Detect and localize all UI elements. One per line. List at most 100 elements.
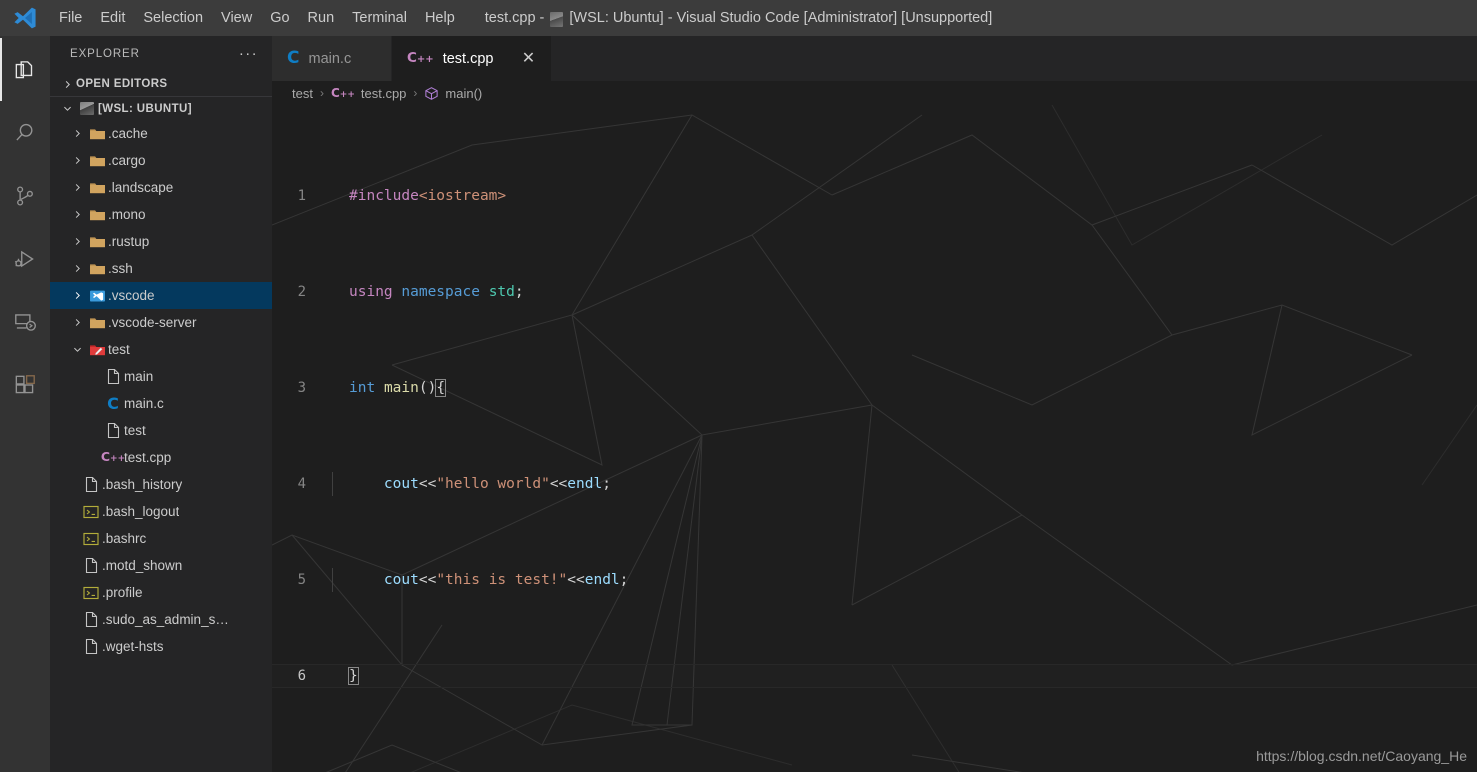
- tree-item-label: test: [108, 342, 130, 357]
- tree-item-main[interactable]: main: [50, 363, 272, 390]
- breadcrumb-item-symbol[interactable]: main(): [424, 86, 482, 101]
- folder-icon: [86, 181, 108, 195]
- window-title-prefix: test.cpp -: [484, 10, 545, 26]
- tree-item-bash-history[interactable]: .bash_history: [50, 471, 272, 498]
- tab-test-cpp[interactable]: C++ test.cpp ✕: [392, 36, 553, 81]
- folder-icon: [86, 154, 108, 168]
- breadcrumb-label: test: [292, 85, 313, 101]
- code-line-5: 5 cout<<"this is test!"<<endl;: [272, 568, 1477, 592]
- title-bar: File Edit Selection View Go Run Terminal…: [0, 0, 1477, 36]
- tree-item-label: .vscode: [108, 288, 155, 303]
- menu-view[interactable]: View: [212, 0, 261, 36]
- tree-item-cache[interactable]: .cache: [50, 120, 272, 147]
- breadcrumb: test › C++ test.cpp › main(): [272, 81, 1477, 105]
- code-line-6: 6 }: [272, 664, 1477, 688]
- menu-go[interactable]: Go: [261, 0, 298, 36]
- line-text: using namespace std;: [349, 284, 524, 300]
- tree-item-sudo-as-admin[interactable]: .sudo_as_admin_s…: [50, 606, 272, 633]
- chevron-right-icon: [68, 236, 86, 247]
- tree-item-mono[interactable]: .mono: [50, 201, 272, 228]
- tree-item-label: .cache: [108, 126, 148, 141]
- line-number: 2: [297, 284, 306, 300]
- file-icon: [80, 611, 102, 628]
- explorer-tree: OPEN EDITORS [WSL: UBUNTU] .cache .cargo…: [50, 72, 272, 772]
- tree-item-bash-logout[interactable]: .bash_logout: [50, 498, 272, 525]
- close-icon[interactable]: ✕: [518, 49, 538, 69]
- tree-item-label: .bashrc: [102, 531, 147, 546]
- tree-item-label: .sudo_as_admin_s…: [102, 612, 229, 627]
- sidebar-header: EXPLORER ···: [50, 36, 272, 72]
- line-number: 3: [297, 380, 306, 396]
- tree-item-landscape[interactable]: .landscape: [50, 174, 272, 201]
- search-icon[interactable]: [0, 101, 50, 164]
- tree-item-profile[interactable]: .profile: [50, 579, 272, 606]
- tree-item-ssh[interactable]: .ssh: [50, 255, 272, 282]
- tree-item-test-folder[interactable]: test: [50, 336, 272, 363]
- tree-item-cargo[interactable]: .cargo: [50, 147, 272, 174]
- sidebar-more-actions-icon[interactable]: ···: [233, 45, 264, 63]
- run-debug-icon[interactable]: [0, 227, 50, 290]
- editor-tab-bar: C main.c C++ test.cpp ✕: [272, 36, 1477, 81]
- tree-item-main-c[interactable]: C main.c: [50, 390, 272, 417]
- breadcrumb-item-folder[interactable]: test: [292, 86, 313, 101]
- folder-icon: [86, 262, 108, 276]
- menu-selection[interactable]: Selection: [134, 0, 212, 36]
- chevron-right-icon: [68, 263, 86, 274]
- tree-item-label: main.c: [124, 396, 164, 411]
- tree-item-bashrc[interactable]: .bashrc: [50, 525, 272, 552]
- tree-item-test-cpp[interactable]: C++ test.cpp: [50, 444, 272, 471]
- watermark-url: https://blog.csdn.net/Caoyang_He: [1256, 748, 1467, 764]
- tab-bar-filler: [552, 36, 1477, 81]
- source-control-icon[interactable]: [0, 164, 50, 227]
- breadcrumb-separator-icon: ›: [319, 86, 324, 100]
- chevron-right-icon: [68, 290, 86, 301]
- cpp-file-icon: C++: [100, 449, 126, 464]
- chevron-right-icon: [68, 317, 86, 328]
- tree-item-label: .vscode-server: [108, 315, 197, 330]
- tree-item-label: .wget-hsts: [102, 639, 164, 654]
- activity-bar: [0, 36, 50, 772]
- explorer-sidebar: EXPLORER ··· OPEN EDITORS [WSL: UBUNTU] …: [50, 36, 272, 772]
- tree-item-label: test: [124, 423, 146, 438]
- file-icon: [80, 638, 102, 655]
- breadcrumb-separator-icon: ›: [413, 86, 418, 100]
- tree-item-motd-shown[interactable]: .motd_shown: [50, 552, 272, 579]
- section-open-editors[interactable]: OPEN EDITORS: [50, 72, 272, 96]
- chevron-down-icon: [58, 103, 76, 114]
- menu-run[interactable]: Run: [299, 0, 344, 36]
- shell-file-icon: [80, 586, 102, 600]
- file-icon: [102, 368, 124, 385]
- chevron-right-icon: [68, 182, 86, 193]
- menu-edit[interactable]: Edit: [91, 0, 134, 36]
- line-number: 5: [297, 572, 306, 588]
- tree-item-vscode[interactable]: .vscode: [50, 282, 272, 309]
- tree-item-vscode-server[interactable]: .vscode-server: [50, 309, 272, 336]
- tree-item-label: .bash_logout: [102, 504, 180, 519]
- tree-item-test-file[interactable]: test: [50, 417, 272, 444]
- tree-item-wget-hsts[interactable]: .wget-hsts: [50, 633, 272, 660]
- section-wsl-ubuntu[interactable]: [WSL: UBUNTU]: [50, 96, 272, 120]
- menu-file[interactable]: File: [50, 0, 91, 36]
- tab-main-c[interactable]: C main.c: [272, 36, 392, 81]
- extensions-icon[interactable]: [0, 353, 50, 416]
- tree-item-label: main: [124, 369, 154, 384]
- code-line-2: 2 using namespace std;: [272, 280, 1477, 304]
- tree-item-rustup[interactable]: .rustup: [50, 228, 272, 255]
- menu-help[interactable]: Help: [416, 0, 464, 36]
- code-line-4: 4 cout<<"hello world"<<endl;: [272, 472, 1477, 496]
- tree-item-label: .cargo: [108, 153, 146, 168]
- chevron-right-icon: [68, 209, 86, 220]
- cpp-file-icon: C++: [330, 85, 355, 100]
- editor-viewport[interactable]: 1 #include<iostream> 2 using namespace s…: [272, 105, 1477, 772]
- code-content[interactable]: 1 #include<iostream> 2 using namespace s…: [272, 105, 1477, 760]
- editor-group: C main.c C++ test.cpp ✕ test › C++ test.…: [272, 36, 1477, 772]
- menu-terminal[interactable]: Terminal: [343, 0, 416, 36]
- tree-item-label: test.cpp: [124, 450, 172, 465]
- wsl-distro-icon: [550, 11, 564, 27]
- remote-explorer-icon[interactable]: [0, 290, 50, 353]
- tree-item-label: .rustup: [108, 234, 150, 249]
- breadcrumb-item-file[interactable]: C++ test.cpp: [331, 86, 406, 101]
- test-folder-icon: [86, 343, 108, 357]
- line-text: cout<<"hello world"<<endl;: [332, 472, 611, 496]
- explorer-icon[interactable]: [0, 38, 50, 101]
